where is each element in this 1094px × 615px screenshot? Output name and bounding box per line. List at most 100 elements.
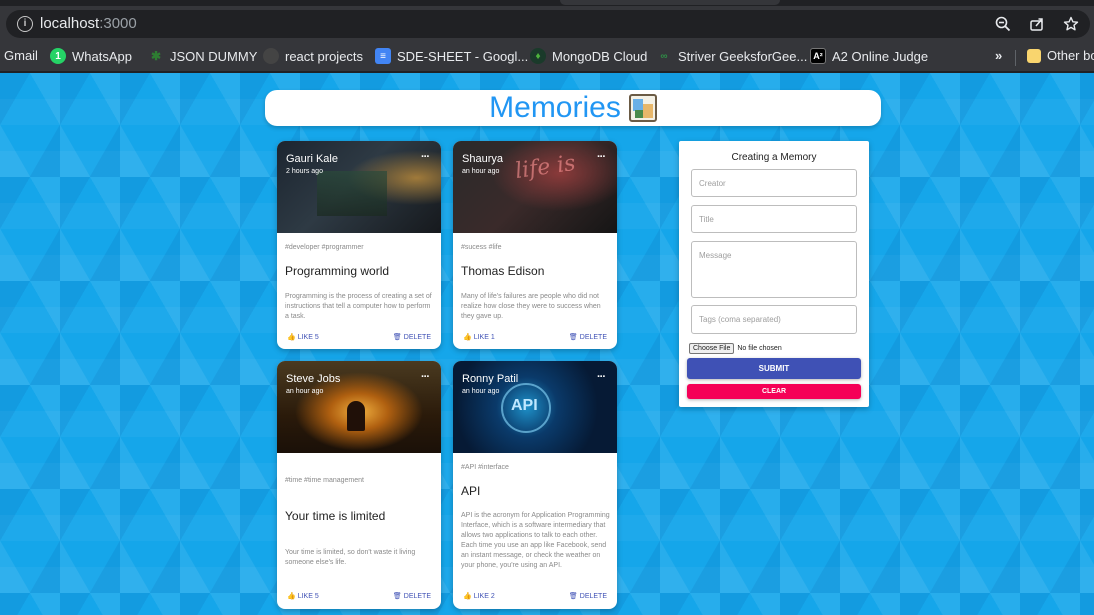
clear-button[interactable]: CLEAR <box>687 384 861 399</box>
card-creator: Gauri Kale <box>286 153 338 165</box>
card-time: an hour ago <box>286 388 324 395</box>
tags-placeholder: Tags (coma separated) <box>699 315 781 324</box>
card-image: Steve Jobs an hour ago ··· <box>277 361 441 453</box>
submit-button[interactable]: SUBMIT <box>687 358 861 379</box>
message-field[interactable]: Message <box>691 241 857 298</box>
card-time: an hour ago <box>462 168 500 175</box>
zoom-icon[interactable] <box>992 13 1014 35</box>
address-actions <box>992 13 1082 35</box>
delete-label: DELETE <box>579 333 607 341</box>
bookmark-label: react projects <box>285 48 364 64</box>
bookmark-label: JSON DUMMY <box>170 48 258 64</box>
card-message: Many of life's failures are people who d… <box>461 293 601 320</box>
thumb-up-icon: 👍 <box>463 334 472 341</box>
card-title: API <box>461 484 481 498</box>
like-button[interactable]: 👍 LIKE 5 <box>287 592 319 601</box>
active-tab[interactable] <box>560 0 780 5</box>
card-tags: #API #interface <box>461 464 509 471</box>
like-label: LIKE 5 <box>297 592 319 600</box>
app-bar: Memories <box>265 90 881 126</box>
memory-card: life is Shaurya an hour ago ··· #sucess … <box>453 141 617 349</box>
share-icon[interactable] <box>1026 13 1048 35</box>
address-row: i localhost:3000 <box>0 6 1094 42</box>
message-placeholder: Message <box>699 251 732 260</box>
bookmark-whatsapp[interactable]: 1 WhatsApp <box>50 48 132 64</box>
bookmark-label: A2 Online Judge <box>832 48 929 64</box>
delete-button[interactable]: 🗑 DELETE <box>392 592 431 601</box>
bookmark-other-bookmarks[interactable]: Other bo <box>1027 48 1094 63</box>
bookmark-star-icon[interactable] <box>1060 13 1082 35</box>
bookmarks-bar: Gmail 1 WhatsApp ✱ JSON DUMMY react proj… <box>0 42 1094 72</box>
delete-button[interactable]: 🗑 DELETE <box>392 333 431 342</box>
like-button[interactable]: 👍 LIKE 5 <box>287 333 319 342</box>
card-tags: #developer #programmer <box>285 244 364 251</box>
bookmark-sde-sheet[interactable]: ≡ SDE-SHEET - Googl... <box>375 48 528 64</box>
bookmark-a2-online-judge[interactable]: A² A2 Online Judge <box>810 48 928 64</box>
card-more-button[interactable]: ··· <box>597 151 606 163</box>
url-text[interactable]: localhost:3000 <box>40 15 137 32</box>
github-icon <box>263 48 279 64</box>
geeksforgeeks-icon: ∞ <box>660 50 668 62</box>
memory-card: Steve Jobs an hour ago ··· #time #time m… <box>277 361 441 609</box>
card-more-button[interactable]: ··· <box>421 151 430 163</box>
memories-logo-icon <box>628 94 657 122</box>
creator-field[interactable]: Creator <box>691 169 857 197</box>
delete-button[interactable]: 🗑 DELETE <box>568 333 607 342</box>
bookmark-mongodb[interactable]: ♦ MongoDB Cloud <box>530 48 647 64</box>
like-button[interactable]: 👍 LIKE 1 <box>463 333 495 342</box>
like-button[interactable]: 👍 LIKE 2 <box>463 592 495 601</box>
card-image: life is Shaurya an hour ago ··· <box>453 141 617 233</box>
delete-label: DELETE <box>579 592 607 600</box>
folder-icon <box>1027 48 1041 63</box>
bookmark-label: SDE-SHEET - Googl... <box>397 48 529 64</box>
card-title: Your time is limited <box>285 509 386 523</box>
bookmark-react-projects[interactable]: react projects <box>263 48 363 64</box>
tags-field[interactable]: Tags (coma separated) <box>691 305 857 334</box>
address-bar[interactable]: i localhost:3000 <box>6 10 1090 38</box>
card-image: API Ronny Patil an hour ago ··· <box>453 361 617 453</box>
title-field[interactable]: Title <box>691 205 857 233</box>
delete-button[interactable]: 🗑 DELETE <box>568 592 607 601</box>
bookmark-striver-gfg[interactable]: ∞ Striver GeeksforGee... <box>656 48 807 64</box>
mongodb-icon: ♦ <box>530 48 546 64</box>
app-title: Memories <box>489 91 621 124</box>
bookmarks-overflow-button[interactable]: » <box>995 48 1002 63</box>
bookmark-label: WhatsApp <box>72 48 132 64</box>
like-label: LIKE 2 <box>473 592 495 600</box>
card-title: Thomas Edison <box>461 264 545 278</box>
card-time: an hour ago <box>462 388 500 395</box>
card-image: Gauri Kale 2 hours ago ··· <box>277 141 441 233</box>
whatsapp-icon: 1 <box>50 48 66 64</box>
delete-label: DELETE <box>403 333 431 341</box>
site-info-icon[interactable]: i <box>17 16 33 32</box>
thumb-up-icon: 👍 <box>287 334 296 341</box>
bookmark-gmail[interactable]: Gmail <box>4 48 38 63</box>
choose-file-button[interactable]: Choose File <box>689 343 735 354</box>
json-dummy-icon: ✱ <box>150 49 162 63</box>
card-message: API is the acronym for Application Progr… <box>461 512 610 569</box>
bookmark-label: Gmail <box>4 48 38 63</box>
trash-icon: 🗑 <box>392 334 402 341</box>
trash-icon: 🗑 <box>568 593 578 600</box>
trash-icon: 🗑 <box>392 593 402 600</box>
card-creator: Steve Jobs <box>286 373 341 385</box>
form-title: Creating a Memory <box>731 152 817 163</box>
card-more-button[interactable]: ··· <box>421 371 430 383</box>
bookmarks-separator <box>1015 50 1016 66</box>
bookmark-label: MongoDB Cloud <box>552 48 648 64</box>
card-tags: #time #time management <box>285 477 364 484</box>
google-docs-icon: ≡ <box>375 48 391 64</box>
file-input: Choose File No file chosen <box>689 343 782 354</box>
thumb-up-icon: 👍 <box>287 593 296 600</box>
bookmark-json-dummy[interactable]: ✱ JSON DUMMY <box>148 48 257 64</box>
card-time: 2 hours ago <box>286 168 323 175</box>
memory-form: Creating a Memory Creator Title Message … <box>679 141 869 407</box>
card-creator: Ronny Patil <box>462 373 519 385</box>
url-host: localhost <box>40 15 100 32</box>
card-more-button[interactable]: ··· <box>597 371 606 383</box>
page-background: Memories Gauri Kale 2 hours ago ··· #dev… <box>0 73 1094 615</box>
like-label: LIKE 1 <box>473 333 495 341</box>
bookmark-label: Other bo <box>1047 48 1094 63</box>
like-label: LIKE 5 <box>297 333 319 341</box>
trash-icon: 🗑 <box>568 334 578 341</box>
